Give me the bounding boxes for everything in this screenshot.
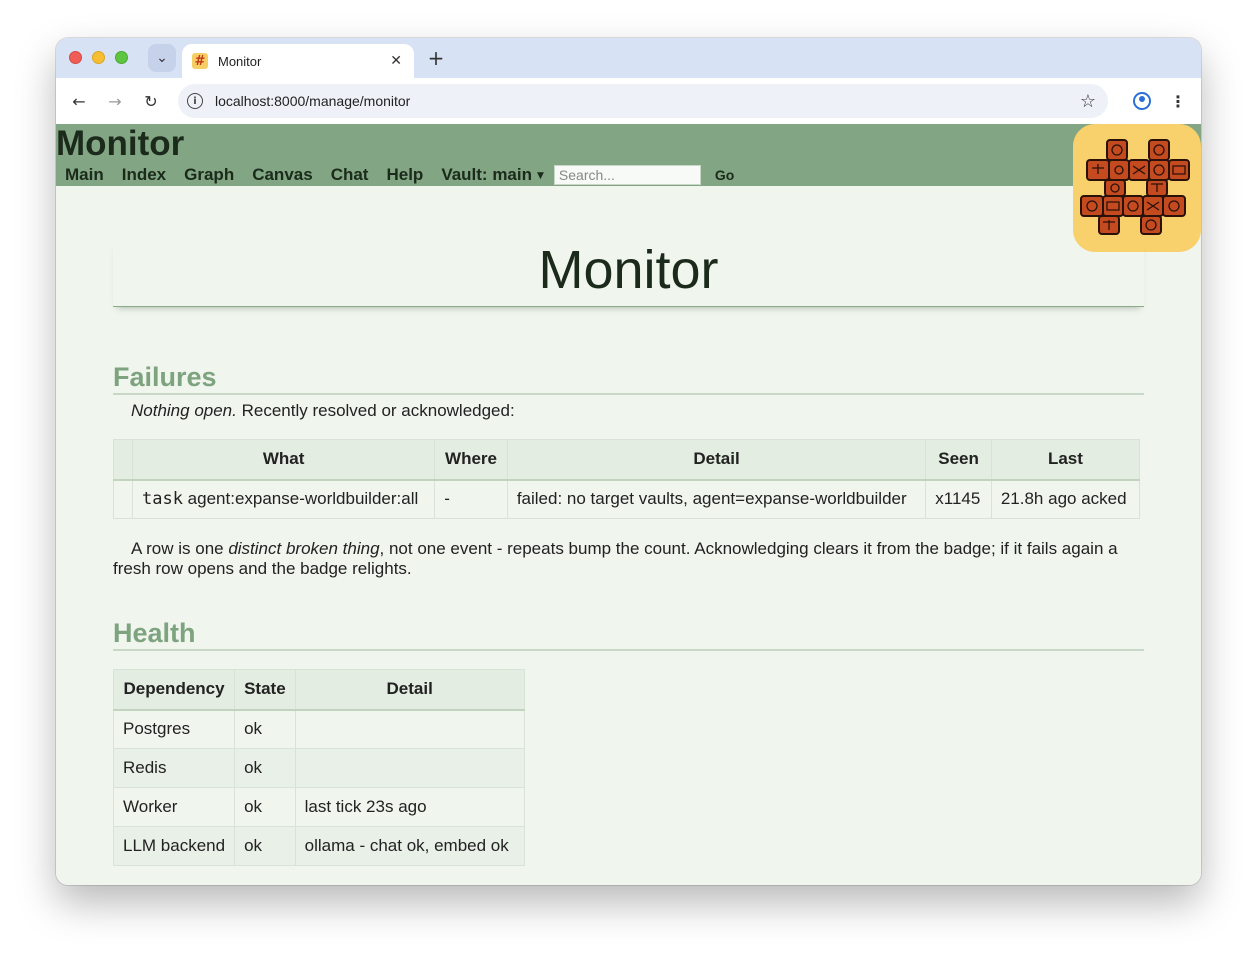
health-table: Dependency State Detail Postgres ok Redi… — [112, 669, 525, 866]
close-window-button[interactable] — [69, 51, 82, 64]
tab-dropdown-icon[interactable]: ⌄ — [148, 44, 176, 72]
health-detail-cell — [294, 709, 525, 749]
failures-intro: Nothing open. Recently resolved or ackno… — [113, 401, 1144, 421]
site-nav: Main Index Graph Canvas Chat Help Vault:… — [56, 164, 734, 186]
plus-icon[interactable]: + — [424, 46, 448, 70]
failures-col-detail: Detail — [506, 439, 927, 481]
health-col-detail: Detail — [294, 669, 525, 711]
vault-select[interactable]: Vault: main ▼ — [441, 165, 544, 185]
profile-icon[interactable] — [1133, 92, 1151, 110]
table-row[interactable]: task agent:expanse-worldbuilder:all - fa… — [113, 479, 1141, 519]
nav-link-help[interactable]: Help — [386, 164, 423, 186]
failure-seen-cell: x1145 — [925, 479, 992, 519]
info-icon[interactable]: i — [187, 93, 203, 109]
failures-col-what: What — [131, 439, 436, 481]
forward-arrow-icon[interactable]: → — [103, 89, 127, 113]
table-row: Worker ok last tick 23s ago — [112, 787, 525, 827]
failures-table: What Where Detail Seen Last task agent:e… — [113, 439, 1141, 519]
health-dependency-cell: LLM backend — [112, 826, 236, 866]
reload-icon[interactable]: ↻ — [139, 89, 163, 113]
address-bar[interactable]: i localhost:8000/manage/monitor ☆ — [178, 84, 1108, 118]
maximize-window-button[interactable] — [115, 51, 128, 64]
close-icon[interactable]: ✕ — [390, 53, 402, 69]
health-state-cell: ok — [234, 709, 296, 749]
page-title: Monitor — [113, 240, 1144, 307]
browser-toolbar: ← → ↻ i localhost:8000/manage/monitor ☆ … — [56, 78, 1201, 124]
failures-intro-text: Recently resolved or acknowledged: — [236, 401, 515, 420]
site-header: Monitor Main Index Graph Canvas Chat Hel… — [56, 124, 1201, 186]
back-arrow-icon[interactable]: ← — [67, 89, 91, 113]
nav-link-chat[interactable]: Chat — [331, 164, 369, 186]
search-input[interactable] — [553, 165, 701, 185]
table-row: LLM backend ok ollama - chat ok, embed o… — [112, 826, 525, 866]
minimize-window-button[interactable] — [92, 51, 105, 64]
page-viewport: Monitor Main Index Graph Canvas Chat Hel… — [56, 124, 1201, 885]
note-emphasis: distinct broken thing — [228, 539, 380, 558]
health-state-cell: ok — [234, 826, 296, 866]
health-detail-cell — [294, 748, 525, 788]
nav-link-graph[interactable]: Graph — [184, 164, 234, 186]
nav-link-main[interactable]: Main — [65, 164, 104, 186]
nav-link-index[interactable]: Index — [122, 164, 166, 186]
kebab-menu-icon[interactable]: ⋮ — [1168, 89, 1188, 113]
failures-col-seen: Seen — [925, 439, 992, 481]
tab-bar: ⌄ # Monitor ✕ + — [56, 38, 1201, 78]
health-col-state: State — [234, 669, 296, 711]
site-title[interactable]: Monitor — [56, 124, 184, 164]
failures-heading: Failures — [113, 361, 1144, 395]
browser-window: ⌄ # Monitor ✕ + ← → ↻ i localhost:8000/m… — [56, 38, 1201, 885]
note-start: A row is one — [131, 539, 229, 558]
health-col-dependency: Dependency — [112, 669, 236, 711]
failures-intro-emphasis: Nothing open. — [131, 401, 237, 420]
failure-what-cell: task agent:expanse-worldbuilder:all — [131, 479, 436, 519]
health-state-cell: ok — [234, 787, 296, 827]
table-row: Postgres ok — [112, 709, 525, 749]
nav-link-canvas[interactable]: Canvas — [252, 164, 312, 186]
url-text[interactable]: localhost:8000/manage/monitor — [215, 93, 1080, 109]
main-content: Monitor Failures Nothing open. Recently … — [112, 186, 1144, 866]
health-detail-cell: ollama - chat ok, embed ok — [294, 826, 525, 866]
health-state-cell: ok — [234, 748, 296, 788]
table-row: Redis ok — [112, 748, 525, 788]
caret-down-icon: ▼ — [537, 170, 544, 181]
tab-title: Monitor — [218, 53, 262, 69]
browser-tab[interactable]: # Monitor ✕ — [182, 44, 414, 78]
failure-detail-cell: failed: no target vaults, agent=expanse-… — [506, 479, 927, 519]
failures-col-marker — [113, 439, 133, 481]
favicon-icon: # — [192, 53, 208, 69]
vault-label: Vault: main — [441, 165, 532, 184]
failures-header-row: What Where Detail Seen Last — [113, 439, 1141, 481]
failures-col-where: Where — [434, 439, 508, 481]
health-header-row: Dependency State Detail — [112, 669, 525, 711]
failure-what: agent:expanse-worldbuilder:all — [182, 489, 419, 509]
failure-marker-cell — [113, 479, 133, 519]
failure-kind: task — [142, 489, 183, 510]
go-button[interactable]: Go — [715, 167, 734, 183]
health-detail-cell: last tick 23s ago — [294, 787, 525, 827]
star-icon[interactable]: ☆ — [1080, 91, 1096, 112]
failure-where-cell: - — [434, 479, 508, 519]
failures-col-last: Last — [990, 439, 1141, 481]
failures-note: A row is one distinct broken thing, not … — [113, 539, 1144, 579]
health-dependency-cell: Worker — [112, 787, 236, 827]
health-dependency-cell: Postgres — [112, 709, 236, 749]
health-dependency-cell: Redis — [112, 748, 236, 788]
health-heading: Health — [113, 617, 1144, 651]
failure-last-cell: 21.8h ago acked — [990, 479, 1141, 519]
